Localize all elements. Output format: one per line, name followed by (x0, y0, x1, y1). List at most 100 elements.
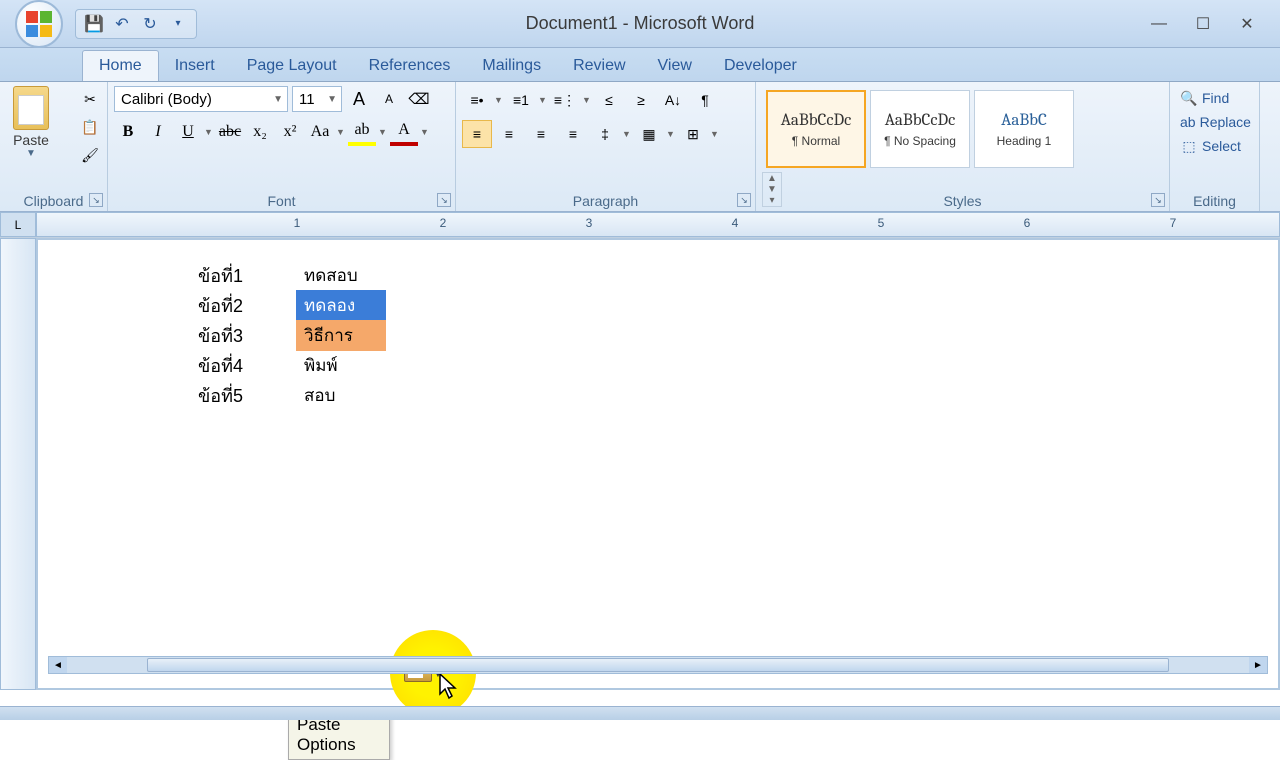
highlight-dropdown[interactable]: ▼ (378, 127, 388, 137)
spacing-dropdown[interactable]: ▼ (622, 120, 632, 148)
clipboard-launcher[interactable]: ↘ (89, 193, 103, 207)
underline-dropdown[interactable]: ▼ (204, 127, 214, 137)
tab-developer[interactable]: Developer (708, 51, 813, 81)
window-controls: — ☐ ✕ (1146, 11, 1260, 37)
sort-button[interactable]: A↓ (658, 86, 688, 114)
minimize-button[interactable]: — (1146, 11, 1172, 37)
find-label: Find (1202, 90, 1229, 106)
font-launcher[interactable]: ↘ (437, 193, 451, 207)
replace-icon: ab (1180, 113, 1196, 131)
vertical-ruler[interactable] (0, 238, 36, 690)
copy-button[interactable]: 📋 (79, 116, 101, 138)
row-content: พิมพ์ (296, 350, 346, 381)
shading-dropdown[interactable]: ▼ (666, 120, 676, 148)
paragraph-launcher[interactable]: ↘ (737, 193, 751, 207)
redo-button[interactable]: ↻ (138, 12, 162, 36)
paste-dropdown-arrow[interactable]: ▼ (26, 148, 36, 159)
shrink-font-button[interactable]: A (376, 86, 402, 112)
undo-button[interactable]: ↶ (110, 12, 134, 36)
highlight-button[interactable]: ab (348, 118, 376, 146)
ruler-mark-1: 1 (294, 216, 301, 230)
ribbon-tabs: Home Insert Page Layout References Maili… (0, 48, 1280, 82)
bullets-dropdown[interactable]: ▼ (494, 86, 504, 114)
multilevel-list-button[interactable]: ≡⋮ (550, 86, 580, 114)
titlebar: 💾 ↶ ↻ ▾ Document1 - Microsoft Word — ☐ ✕ (0, 0, 1280, 48)
align-left-button[interactable]: ≡ (462, 120, 492, 148)
bold-button[interactable]: B (114, 118, 142, 146)
subscript-button[interactable]: x₂ (246, 118, 274, 146)
align-right-button[interactable]: ≡ (526, 120, 556, 148)
style-name: Heading 1 (997, 134, 1052, 148)
change-case-button[interactable]: Aa (306, 118, 334, 146)
horizontal-scrollbar[interactable]: ◄ ► (48, 656, 1268, 674)
style-sample: AaBbC (1001, 111, 1047, 130)
numbering-dropdown[interactable]: ▼ (538, 86, 548, 114)
maximize-button[interactable]: ☐ (1190, 11, 1216, 37)
row-content-highlighted: วิธีการ (296, 320, 386, 351)
styles-launcher[interactable]: ↘ (1151, 193, 1165, 207)
multilevel-dropdown[interactable]: ▼ (582, 86, 592, 114)
find-icon: 🔍 (1180, 89, 1198, 107)
align-center-button[interactable]: ≡ (494, 120, 524, 148)
tab-review[interactable]: Review (557, 51, 641, 81)
close-button[interactable]: ✕ (1234, 11, 1260, 37)
style-normal[interactable]: AaBbCcDc ¶ Normal (766, 90, 866, 168)
replace-button[interactable]: ab Replace (1176, 110, 1253, 134)
tab-view[interactable]: View (642, 51, 708, 81)
case-dropdown[interactable]: ▼ (336, 127, 346, 137)
tab-mailings[interactable]: Mailings (466, 51, 557, 81)
scroll-track[interactable] (67, 657, 1249, 673)
select-button[interactable]: ⬚ Select (1176, 134, 1253, 158)
grow-font-button[interactable]: A (346, 86, 372, 112)
font-color-button[interactable]: A (390, 118, 418, 146)
borders-button[interactable]: ⊞ (678, 120, 708, 148)
find-button[interactable]: 🔍 Find (1176, 86, 1253, 110)
row-content-selected: ทดลอง (296, 290, 386, 321)
office-button[interactable] (15, 0, 63, 48)
font-name-combo[interactable]: Calibri (Body)▼ (114, 86, 288, 112)
increase-indent-button[interactable]: ≥ (626, 86, 656, 114)
window-title: Document1 - Microsoft Word (526, 13, 755, 34)
styles-group: AaBbCcDc ¶ Normal AaBbCcDc ¶ No Spacing … (756, 82, 1170, 211)
scroll-thumb[interactable] (147, 658, 1169, 672)
line-spacing-button[interactable]: ‡ (590, 120, 620, 148)
underline-button[interactable]: U (174, 118, 202, 146)
clear-formatting-button[interactable]: ⌫ (406, 86, 432, 112)
font-size-combo[interactable]: 11▼ (292, 86, 342, 112)
tab-insert[interactable]: Insert (159, 51, 231, 81)
font-color-dropdown[interactable]: ▼ (420, 127, 430, 137)
document-page[interactable]: ข้อที่1 ทดสอบ ข้อที่2 ทดลอง ข้อที่3 วิธี… (38, 240, 1278, 688)
ruler-mark-3: 3 (586, 216, 593, 230)
show-marks-button[interactable]: ¶ (690, 86, 720, 114)
paste-icon (13, 86, 49, 130)
row-content: ทดสอบ (296, 260, 366, 291)
bullets-button[interactable]: ≡• (462, 86, 492, 114)
decrease-indent-button[interactable]: ≤ (594, 86, 624, 114)
style-heading-1[interactable]: AaBbC Heading 1 (974, 90, 1074, 168)
italic-button[interactable]: I (144, 118, 172, 146)
horizontal-ruler[interactable]: 1 2 3 4 5 6 7 (36, 212, 1280, 237)
borders-dropdown[interactable]: ▼ (710, 120, 720, 148)
style-no-spacing[interactable]: AaBbCcDc ¶ No Spacing (870, 90, 970, 168)
save-button[interactable]: 💾 (82, 12, 106, 36)
editing-group: 🔍 Find ab Replace ⬚ Select Editing (1170, 82, 1260, 211)
numbering-button[interactable]: ≡1 (506, 86, 536, 114)
style-name: ¶ No Spacing (884, 134, 956, 148)
tab-selector[interactable]: L (0, 212, 36, 237)
shading-button[interactable]: ▦ (634, 120, 664, 148)
scroll-left-button[interactable]: ◄ (49, 657, 67, 673)
tab-home[interactable]: Home (82, 50, 159, 81)
tab-page-layout[interactable]: Page Layout (231, 51, 353, 81)
qat-customize-button[interactable]: ▾ (166, 12, 190, 36)
paragraph-group-label: Paragraph (456, 193, 755, 209)
strikethrough-button[interactable]: abc (216, 118, 244, 146)
office-logo-icon (26, 11, 52, 37)
cut-button[interactable]: ✂ (79, 88, 101, 110)
ribbon: Paste ▼ ✂ 📋 🖌 Clipboard ↘ Calibri (Body)… (0, 82, 1280, 212)
paste-button[interactable]: Paste ▼ (6, 86, 56, 159)
justify-button[interactable]: ≡ (558, 120, 588, 148)
tab-references[interactable]: References (353, 51, 467, 81)
format-painter-button[interactable]: 🖌 (79, 144, 101, 166)
scroll-right-button[interactable]: ► (1249, 657, 1267, 673)
superscript-button[interactable]: x² (276, 118, 304, 146)
